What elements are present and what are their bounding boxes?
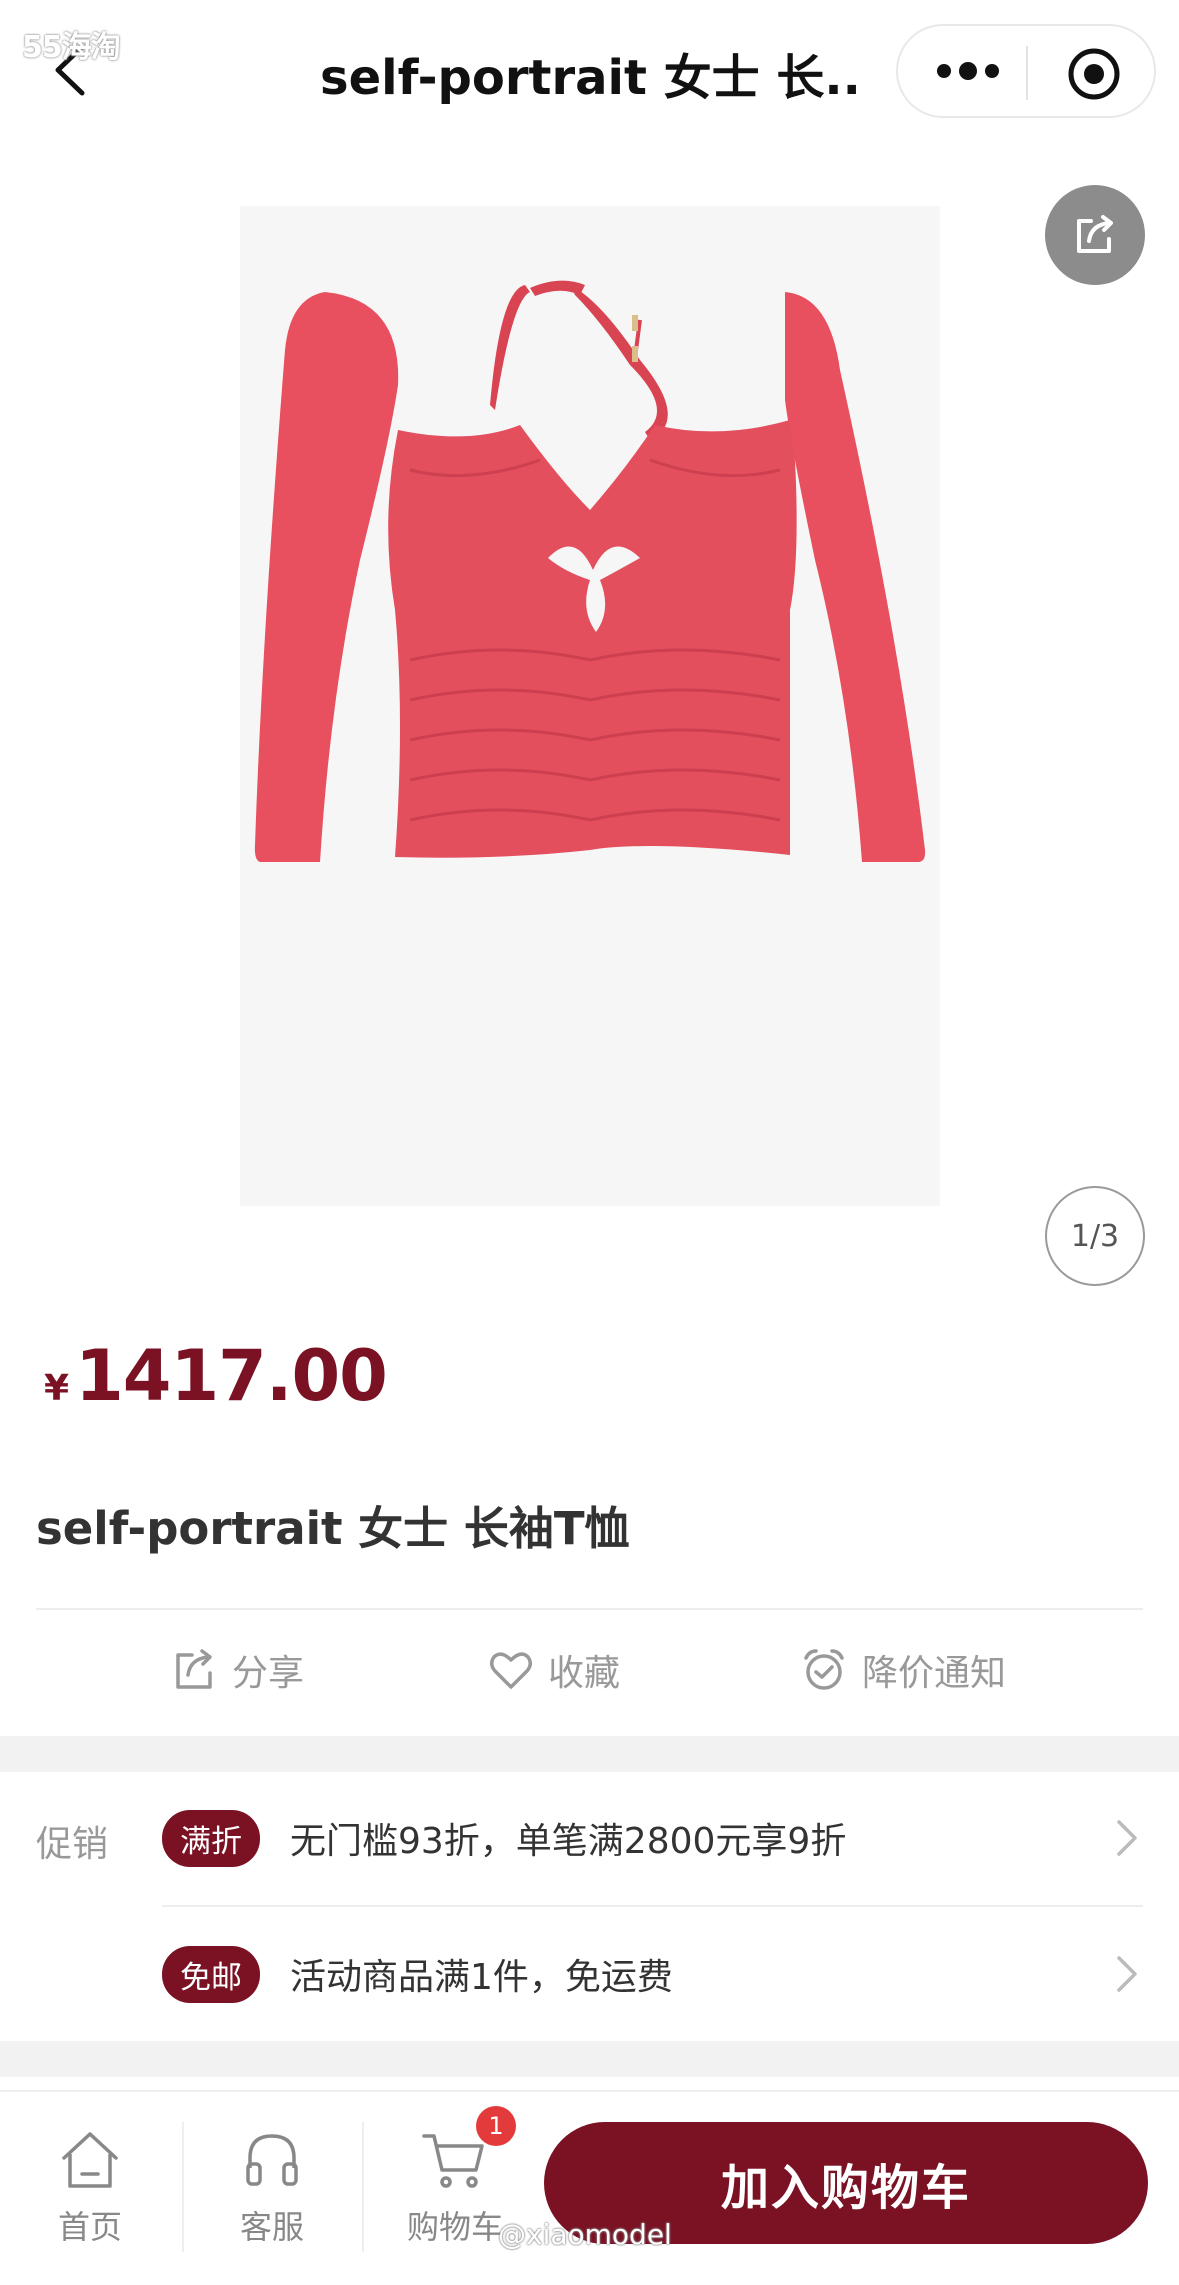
more-button[interactable] <box>928 46 1008 96</box>
product-image <box>240 206 940 1206</box>
more-dots-icon-center <box>959 62 977 80</box>
share-icon <box>176 1649 212 1689</box>
promotion-badge: 满折 <box>162 1809 260 1867</box>
tab-home-label: 首页 <box>57 2208 122 2246</box>
product-title: self-portrait 女士 长袖T恤 <box>36 1502 630 1555</box>
tab-customer-service-label: 客服 <box>239 2208 304 2246</box>
favorite-action-button[interactable]: 收藏 <box>488 1628 620 1712</box>
share-icon <box>1077 215 1113 253</box>
promotion-badge: 免邮 <box>162 1945 260 2003</box>
tab-cart-label: 购物车 <box>406 2208 503 2246</box>
price-amount: 1417.00 <box>75 1335 388 1417</box>
section-separator <box>0 2041 1179 2077</box>
promotion-row-free-shipping[interactable]: 免邮 活动商品满1件，免运费 <box>162 1924 1179 2024</box>
chevron-right-icon <box>1117 1956 1137 1992</box>
tab-divider <box>182 2122 184 2252</box>
home-icon <box>62 2132 118 2188</box>
close-miniprogram-button[interactable] <box>1066 46 1122 102</box>
more-dots-icon-right <box>985 64 999 78</box>
more-dots-icon <box>937 64 951 78</box>
product-image-gallery[interactable] <box>0 140 1179 1290</box>
favorite-action-label: 收藏 <box>548 1653 621 1694</box>
page-title: self-portrait 女士 长... <box>320 50 860 106</box>
currency-symbol: ¥ <box>44 1368 70 1409</box>
divider <box>162 1905 1143 1907</box>
target-close-icon <box>1068 48 1120 100</box>
tab-divider <box>362 2122 364 2252</box>
promotion-text: 活动商品满1件，免运费 <box>290 1957 673 1998</box>
watermark-text: @xiaomodel <box>498 2218 672 2251</box>
price-alert-action-button[interactable]: 降价通知 <box>800 1628 1006 1712</box>
tab-home[interactable]: 首页 <box>15 2128 165 2268</box>
watermark-logo: 55海淘 <box>22 30 121 65</box>
tab-customer-service[interactable]: 客服 <box>197 2128 347 2268</box>
promotion-label: 促销 <box>36 1824 109 1865</box>
chevron-right-icon <box>1117 1820 1137 1856</box>
image-pager-indicator: 1/3 <box>1045 1186 1145 1286</box>
divider <box>36 1608 1143 1610</box>
share-floating-button[interactable] <box>1045 185 1145 285</box>
section-separator <box>0 1736 1179 1772</box>
miniprogram-capsule <box>896 24 1156 118</box>
promotion-row-discount[interactable]: 满折 无门槛93折，单笔满2800元享9折 <box>162 1788 1179 1888</box>
cart-count-badge: 1 <box>476 2106 516 2146</box>
price-alert-action-label: 降价通知 <box>862 1653 1007 1694</box>
capsule-divider <box>1026 46 1028 100</box>
share-action-label: 分享 <box>232 1653 305 1694</box>
product-price: ¥ 1417.00 <box>44 1335 388 1417</box>
heart-icon <box>490 1652 532 1689</box>
promotion-text: 无门槛93折，单笔满2800元享9折 <box>290 1821 847 1862</box>
product-actions: 分享 收藏 降价通知 <box>0 1628 1179 1712</box>
alarm-clock-icon <box>804 1649 844 1690</box>
headset-icon <box>246 2134 298 2186</box>
share-action-button[interactable]: 分享 <box>172 1628 304 1712</box>
navigation-bar: self-portrait 女士 长... <box>0 0 1179 140</box>
